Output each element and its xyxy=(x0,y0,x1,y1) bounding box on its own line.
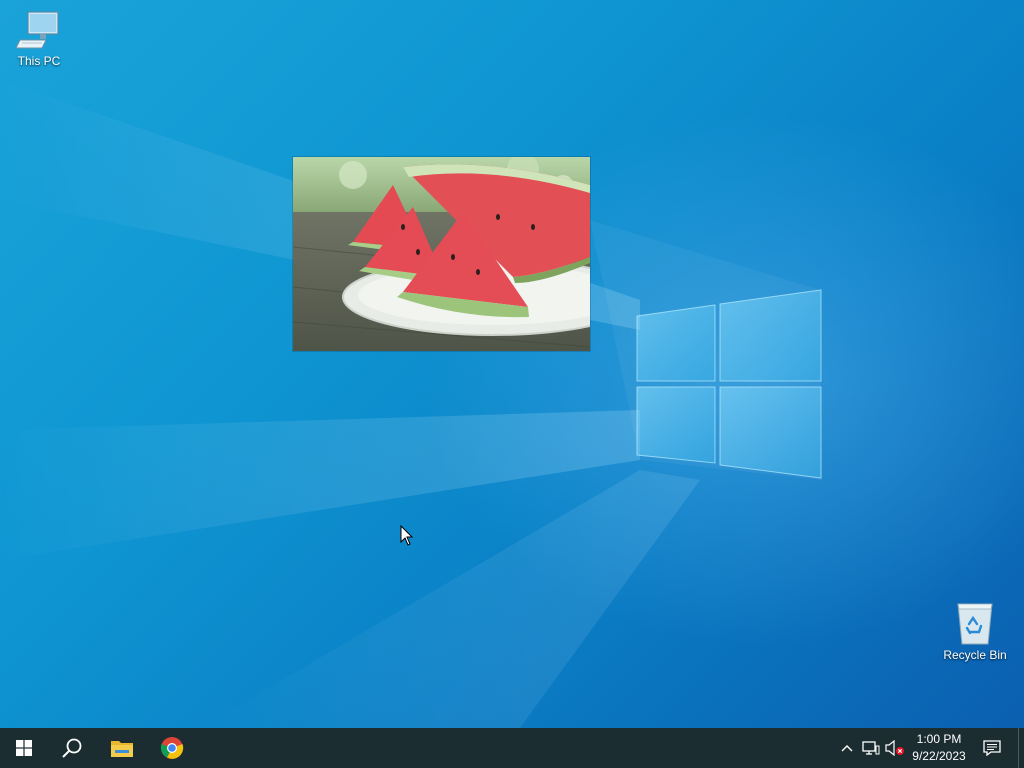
notification-icon xyxy=(983,740,1001,756)
volume-muted-icon xyxy=(885,740,904,756)
taskbar-clock[interactable]: 1:00 PM 9/22/2023 xyxy=(906,731,972,765)
desktop-icon-label: Recycle Bin xyxy=(943,648,1007,662)
taskbar: 1:00 PM 9/22/2023 xyxy=(0,728,1024,768)
watermelon-image-window[interactable] xyxy=(293,157,590,351)
clock-time: 1:00 PM xyxy=(916,732,962,746)
network-icon xyxy=(862,741,880,755)
network-button[interactable] xyxy=(860,738,882,758)
search-button[interactable] xyxy=(48,728,96,768)
desktop-icon-label: This PC xyxy=(17,54,61,68)
show-desktop-button[interactable] xyxy=(1018,728,1024,768)
windows-logo-wallpaper xyxy=(636,289,822,479)
this-pc-icon xyxy=(16,11,59,49)
taskbar-file-explorer[interactable] xyxy=(98,728,146,768)
clock-date: 9/22/2023 xyxy=(912,749,966,763)
desktop-icon-this-pc[interactable]: This PC xyxy=(1,8,77,68)
watermelon-photo xyxy=(293,157,590,351)
windows-start-icon xyxy=(16,740,32,756)
volume-button[interactable] xyxy=(884,738,906,758)
folder-icon xyxy=(111,741,133,757)
recycle-bin-icon xyxy=(957,603,993,645)
show-hidden-icons-button[interactable] xyxy=(836,738,858,758)
chrome-icon xyxy=(160,737,184,759)
start-button[interactable] xyxy=(0,728,48,768)
mouse-cursor-icon xyxy=(400,525,414,546)
action-center-button[interactable] xyxy=(978,738,1006,758)
desktop[interactable]: This PC Recycle Bin xyxy=(0,0,1024,728)
search-icon xyxy=(62,738,82,758)
taskbar-chrome[interactable] xyxy=(148,728,196,768)
desktop-icon-recycle-bin[interactable]: Recycle Bin xyxy=(937,600,1013,662)
chevron-up-icon xyxy=(841,745,853,752)
